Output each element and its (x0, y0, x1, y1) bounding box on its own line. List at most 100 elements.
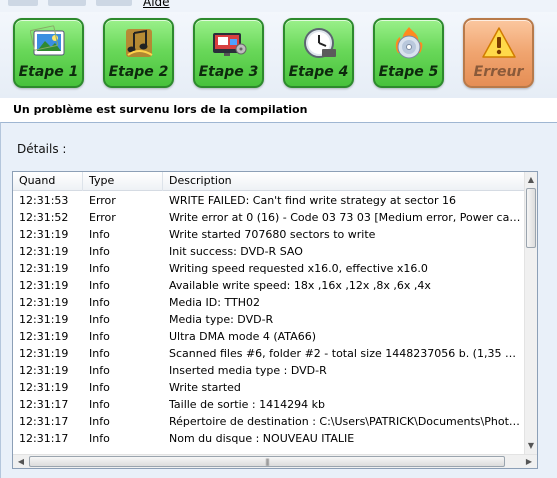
log-row[interactable]: 12:31:53 Error WRITE FAILED: Can't find w… (13, 192, 525, 209)
scroll-up-arrow-icon[interactable]: ▲ (525, 173, 537, 187)
error-step-label: Erreur (473, 64, 524, 80)
step-4-button[interactable]: Etape 4 (283, 18, 354, 88)
status-message: Un problème est survenu lors de la compi… (13, 103, 308, 116)
menu-bar: Aide (0, 0, 557, 12)
log-type-cell: Info (89, 296, 110, 309)
log-type-cell: Error (89, 194, 116, 207)
log-description-cell: Media ID: TTH02 (169, 296, 260, 309)
log-type-cell: Info (89, 364, 110, 377)
log-type-cell: Info (89, 313, 110, 326)
log-description-cell: Writing speed requested x16.0, effective… (169, 262, 428, 275)
warning-icon (481, 27, 516, 58)
log-listview[interactable]: Quand Type Description 12:31:53 Error WRI… (12, 171, 538, 469)
log-description-cell: Répertoire de destination : C:\Users\PAT… (169, 415, 523, 428)
log-description-cell: Write error at 0 (16) - Code 03 73 03 [M… (169, 211, 523, 224)
log-rows: 12:31:53 Error WRITE FAILED: Can't find w… (13, 192, 525, 454)
log-time-cell: 12:31:19 (19, 313, 69, 326)
log-row[interactable]: 12:31:19 Info Writing speed requested x16… (13, 260, 525, 277)
log-type-cell: Info (89, 262, 110, 275)
log-time-cell: 12:31:19 (19, 381, 69, 394)
log-description-cell: Available write speed: 18x ,16x ,12x ,8x… (169, 279, 431, 292)
log-time-cell: 12:31:19 (19, 228, 69, 241)
log-row[interactable]: 12:31:19 Info Scanned files #6, folder #2… (13, 345, 525, 362)
log-description-cell: Ultra DMA mode 4 (ATA66) (169, 330, 316, 343)
log-row[interactable]: 12:31:17 Info Nom du disque : NOUVEAU ITAL… (13, 430, 525, 447)
log-time-cell: 12:31:19 (19, 262, 69, 275)
log-time-cell: 12:31:19 (19, 364, 69, 377)
log-row[interactable]: 12:31:19 Info Media ID: TTH02 (13, 294, 525, 311)
log-type-cell: Info (89, 279, 110, 292)
log-time-cell: 12:31:19 (19, 245, 69, 258)
log-header: Quand Type Description (13, 172, 525, 191)
log-type-cell: Info (89, 330, 110, 343)
step-2-button[interactable]: Etape 2 (103, 18, 174, 88)
details-panel: Détails : Quand Type Description 12:31:5… (0, 122, 557, 478)
column-header-quand[interactable]: Quand (13, 172, 83, 191)
horizontal-scroll-thumb[interactable]: ||| (29, 456, 505, 467)
log-type-cell: Info (89, 415, 110, 428)
log-row[interactable]: 12:31:19 Info Write started 707680 sector… (13, 226, 525, 243)
step-2-label: Etape 2 (108, 64, 169, 80)
log-description-cell: Write started (169, 381, 241, 394)
log-type-cell: Info (89, 398, 110, 411)
log-time-cell: 12:31:17 (19, 432, 69, 445)
vertical-scrollbar[interactable]: ▲ ▼ (524, 172, 537, 454)
log-time-cell: 12:31:19 (19, 296, 69, 309)
menu-item-aide[interactable]: Aide (143, 0, 170, 9)
log-row[interactable]: 12:31:17 Info Répertoire de destination : … (13, 413, 525, 430)
menu-item-clipped[interactable] (48, 0, 86, 6)
log-row[interactable]: 12:31:19 Info Write started (13, 379, 525, 396)
step-5-button[interactable]: Etape 5 (373, 18, 444, 88)
music-notes-icon (125, 29, 153, 57)
log-description-cell: WRITE FAILED: Can't find write strategy … (169, 194, 457, 207)
log-time-cell: 12:31:19 (19, 279, 69, 292)
log-type-cell: Error (89, 211, 116, 224)
horizontal-scrollbar[interactable]: ◀ ||| ▶ (13, 454, 537, 468)
log-description-cell: Write started 707680 sectors to write (169, 228, 376, 241)
log-type-cell: Info (89, 245, 110, 258)
scroll-left-arrow-icon[interactable]: ◀ (14, 455, 28, 468)
step-4-label: Etape 4 (288, 64, 349, 80)
log-description-cell: Taille de sortie : 1414294 kb (169, 398, 325, 411)
photo-icon (29, 25, 64, 56)
slideshow-icon (212, 33, 246, 56)
step-toolbar: Etape 1 Etape 2 Etape 3 Etape 4 Etape 5 … (0, 12, 557, 98)
log-time-cell: 12:31:17 (19, 415, 69, 428)
step-1-button[interactable]: Etape 1 (13, 18, 84, 88)
column-header-type[interactable]: Type (83, 172, 163, 191)
error-step-button[interactable]: Erreur (463, 18, 534, 88)
log-type-cell: Info (89, 432, 110, 445)
log-time-cell: 12:31:53 (19, 194, 69, 207)
log-type-cell: Info (89, 381, 110, 394)
log-description-cell: Scanned files #6, folder #2 - total size… (169, 347, 523, 360)
menu-item-clipped[interactable] (8, 0, 38, 6)
log-row[interactable]: 12:31:52 Error Write error at 0 (16) - Co… (13, 209, 525, 226)
log-time-cell: 12:31:52 (19, 211, 69, 224)
scroll-right-arrow-icon[interactable]: ▶ (522, 455, 536, 468)
disc-burn-icon (395, 27, 422, 59)
log-time-cell: 12:31:17 (19, 398, 69, 411)
vertical-scroll-thumb[interactable] (526, 188, 536, 248)
log-description-cell: Media type: DVD-R (169, 313, 274, 326)
step-3-button[interactable]: Etape 3 (193, 18, 264, 88)
menu-item-clipped[interactable] (96, 0, 132, 6)
log-row[interactable]: 12:31:19 Info Inserted media type : DVD-R (13, 362, 525, 379)
column-header-description[interactable]: Description (163, 172, 525, 191)
scroll-grip-icon: ||| (264, 458, 270, 466)
log-description-cell: Init success: DVD-R SAO (169, 245, 303, 258)
log-row[interactable]: 12:31:19 Info Available write speed: 18x … (13, 277, 525, 294)
clock-icon (303, 28, 336, 58)
log-type-cell: Info (89, 228, 110, 241)
step-5-label: Etape 5 (378, 64, 439, 80)
log-time-cell: 12:31:19 (19, 330, 69, 343)
log-row[interactable]: 12:31:17 Info Taille de sortie : 1414294 k… (13, 396, 525, 413)
log-description-cell: Nom du disque : NOUVEAU ITALIE (169, 432, 355, 445)
log-row[interactable]: 12:31:19 Info Media type: DVD-R (13, 311, 525, 328)
scroll-down-arrow-icon[interactable]: ▼ (525, 439, 537, 453)
step-1-label: Etape 1 (18, 64, 79, 80)
log-row[interactable]: 12:31:19 Info Ultra DMA mode 4 (ATA66) (13, 328, 525, 345)
details-label: Détails : (17, 142, 67, 156)
log-row[interactable]: 12:31:19 Info Init success: DVD-R SAO (13, 243, 525, 260)
log-time-cell: 12:31:19 (19, 347, 69, 360)
step-3-label: Etape 3 (198, 64, 259, 80)
